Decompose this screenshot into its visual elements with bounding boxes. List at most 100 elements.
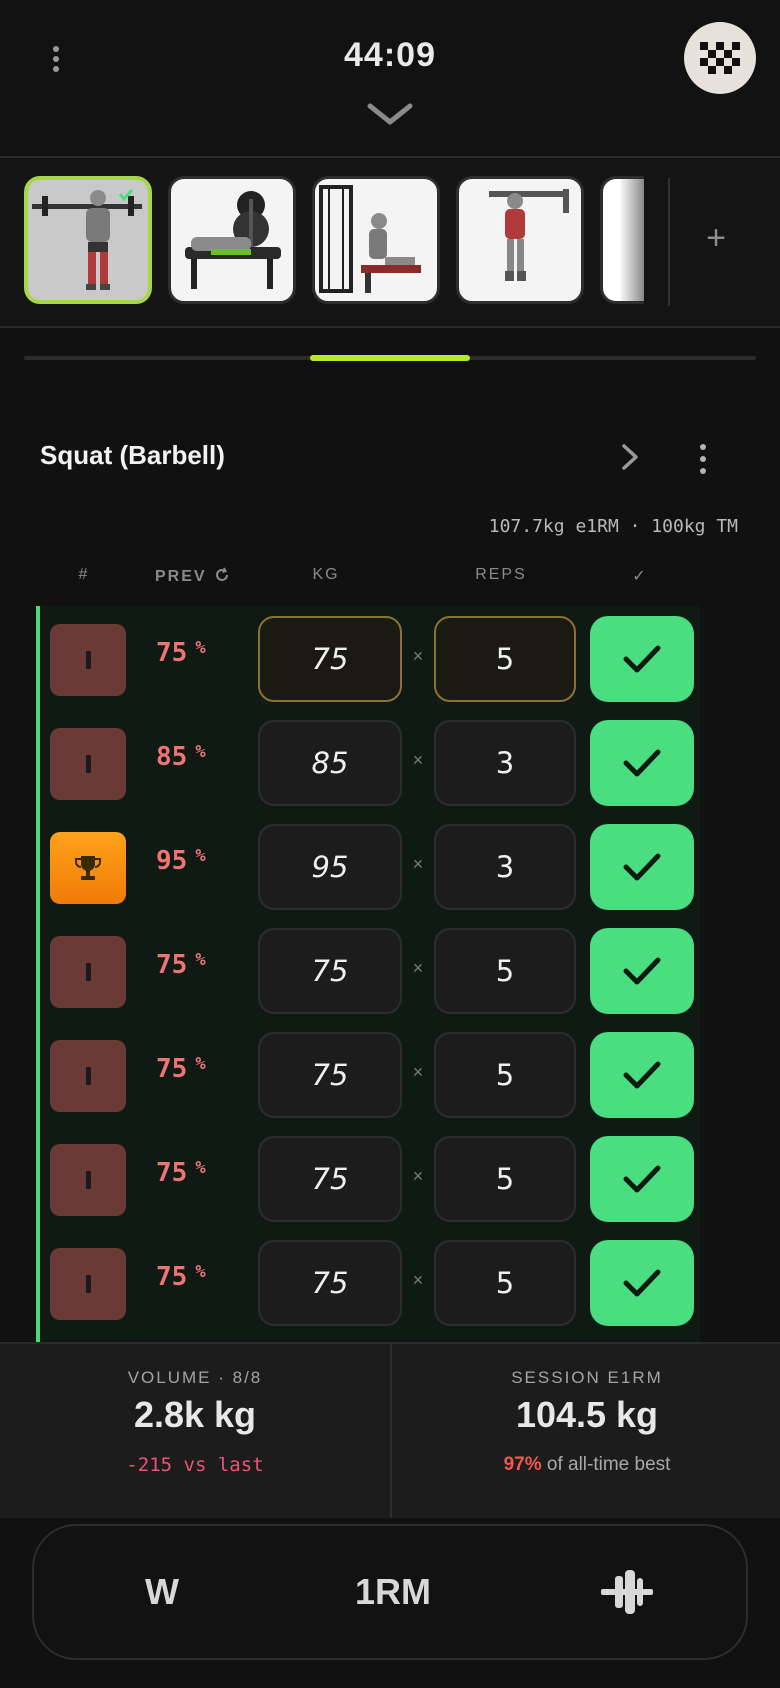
- column-done: ✓: [632, 568, 648, 585]
- plate-calculator-button[interactable]: [582, 1562, 672, 1622]
- previous-value[interactable]: 75%: [156, 950, 256, 980]
- percent-sign: %: [195, 1054, 206, 1074]
- set-row: 75% 75 × 5: [40, 1230, 700, 1334]
- weight-input[interactable]: 75: [258, 616, 402, 702]
- reps-input[interactable]: 5: [434, 616, 576, 702]
- exercise-thumb-squat[interactable]: [24, 176, 152, 304]
- refresh-icon: [216, 567, 229, 581]
- set-type-marker: [85, 1171, 91, 1189]
- set-type-badge[interactable]: [50, 936, 126, 1008]
- reps-input[interactable]: 5: [434, 928, 576, 1014]
- exercise-thumb-next[interactable]: [600, 176, 644, 304]
- volume-label: VOLUME · 8/8: [127, 1368, 263, 1387]
- complete-set-button[interactable]: [590, 1240, 694, 1326]
- column-prev-label: PREV: [154, 568, 207, 585]
- complete-set-button[interactable]: [590, 824, 694, 910]
- set-type-badge[interactable]: [50, 728, 126, 800]
- e1rm-percent: 97%: [503, 1454, 542, 1475]
- checkmark-icon: [623, 1061, 661, 1089]
- exercise-title[interactable]: Squat (Barbell): [40, 440, 225, 471]
- checkmark-icon: [623, 1269, 661, 1297]
- column-kg: KG: [312, 566, 340, 583]
- previous-percent-value: 75: [156, 950, 188, 980]
- previous-value[interactable]: 85%: [156, 742, 256, 772]
- complete-set-button[interactable]: [590, 616, 694, 702]
- set-type-marker: [85, 1067, 91, 1085]
- bottom-toolbar: W 1RM: [0, 1518, 780, 1688]
- complete-set-button[interactable]: [590, 1032, 694, 1118]
- session-summary: VOLUME · 8/8 2.8k kg -215 vs last SESSIO…: [0, 1342, 780, 1520]
- times-sign: ×: [412, 750, 424, 770]
- workout-header: 44:09: [0, 0, 780, 158]
- set-type-badge[interactable]: [50, 1040, 126, 1112]
- exercise-thumb-pull-up[interactable]: [456, 176, 584, 304]
- complete-set-button[interactable]: [590, 720, 694, 806]
- weight-input[interactable]: 85: [258, 720, 402, 806]
- reps-input[interactable]: 3: [434, 720, 576, 806]
- reps-input[interactable]: 3: [434, 824, 576, 910]
- chevron-right-icon[interactable]: [616, 440, 644, 474]
- set-type-badge[interactable]: [50, 1248, 126, 1320]
- exercise-stats: 107.7kg e1RM · 100kg TM: [488, 516, 738, 537]
- pr-set-badge[interactable]: [50, 832, 126, 904]
- percent-sign: %: [195, 638, 206, 658]
- previous-value[interactable]: 75%: [156, 1158, 256, 1188]
- weight-input[interactable]: 75: [258, 928, 402, 1014]
- e1rm-label: SESSION E1RM: [511, 1368, 663, 1387]
- add-exercise-button[interactable]: +: [696, 218, 736, 258]
- complete-set-button[interactable]: [590, 928, 694, 1014]
- previous-percent-value: 75: [156, 1054, 188, 1084]
- seated-row-illustration-icon: [319, 185, 421, 293]
- exercise-carousel[interactable]: +: [0, 160, 780, 328]
- previous-percent-value: 75: [156, 1262, 188, 1292]
- set-row: 95% 95 × 3: [40, 814, 700, 918]
- previous-value[interactable]: 95%: [156, 846, 256, 876]
- e1rm-value: 104.5 kg: [515, 1394, 659, 1435]
- warmup-button[interactable]: W: [122, 1562, 202, 1622]
- checkmark-icon: [623, 853, 661, 881]
- exercise-thumb-bench-press[interactable]: [168, 176, 296, 304]
- previous-percent-value: 95: [156, 846, 188, 876]
- reps-input[interactable]: 5: [434, 1032, 576, 1118]
- exercise-more-icon[interactable]: [694, 444, 712, 474]
- set-row: 75% 75 × 5: [40, 1126, 700, 1230]
- percent-sign: %: [195, 742, 206, 762]
- volume-delta: -215 vs last: [126, 1454, 264, 1476]
- weight-input[interactable]: 75: [258, 1240, 402, 1326]
- exercise-thumb-seated-row[interactable]: [312, 176, 440, 304]
- set-row: 75% 75 × 5: [40, 1022, 700, 1126]
- e1rm-comparison-text: of all-time best: [541, 1454, 671, 1475]
- set-type-marker: [85, 1275, 91, 1293]
- weight-input[interactable]: 75: [258, 1032, 402, 1118]
- set-type-marker: [85, 755, 91, 773]
- percent-sign: %: [195, 1262, 206, 1282]
- checkmark-icon: [623, 645, 661, 673]
- column-prev[interactable]: PREV: [148, 566, 238, 586]
- previous-percent-value: 75: [156, 1158, 188, 1188]
- carousel-progress-indicator: [310, 355, 470, 361]
- squat-illustration-icon: [32, 189, 142, 290]
- toolbar-pill: W 1RM: [32, 1524, 748, 1660]
- set-type-badge[interactable]: [50, 1144, 126, 1216]
- set-type-badge[interactable]: [50, 624, 126, 696]
- set-type-marker: [85, 963, 91, 981]
- previous-value[interactable]: 75%: [156, 1054, 256, 1084]
- checkered-flag-icon: [700, 42, 740, 74]
- set-type-marker: [85, 651, 91, 669]
- set-row: 75% 75 × 5: [40, 606, 700, 710]
- pull-up-illustration-icon: [489, 189, 569, 281]
- complete-set-button[interactable]: [590, 1136, 694, 1222]
- previous-value[interactable]: 75%: [156, 638, 256, 668]
- finish-workout-button[interactable]: [684, 22, 756, 94]
- reps-input[interactable]: 5: [434, 1136, 576, 1222]
- weight-input[interactable]: 95: [258, 824, 402, 910]
- one-rm-button[interactable]: 1RM: [328, 1562, 458, 1622]
- previous-value[interactable]: 75%: [156, 1262, 256, 1292]
- chevron-down-icon[interactable]: [366, 100, 414, 128]
- bench-press-illustration-icon: [185, 191, 281, 289]
- times-sign: ×: [412, 1062, 424, 1082]
- set-row: 85% 85 × 3: [40, 710, 700, 814]
- volume-value: 2.8k kg: [133, 1394, 257, 1435]
- weight-input[interactable]: 75: [258, 1136, 402, 1222]
- reps-input[interactable]: 5: [434, 1240, 576, 1326]
